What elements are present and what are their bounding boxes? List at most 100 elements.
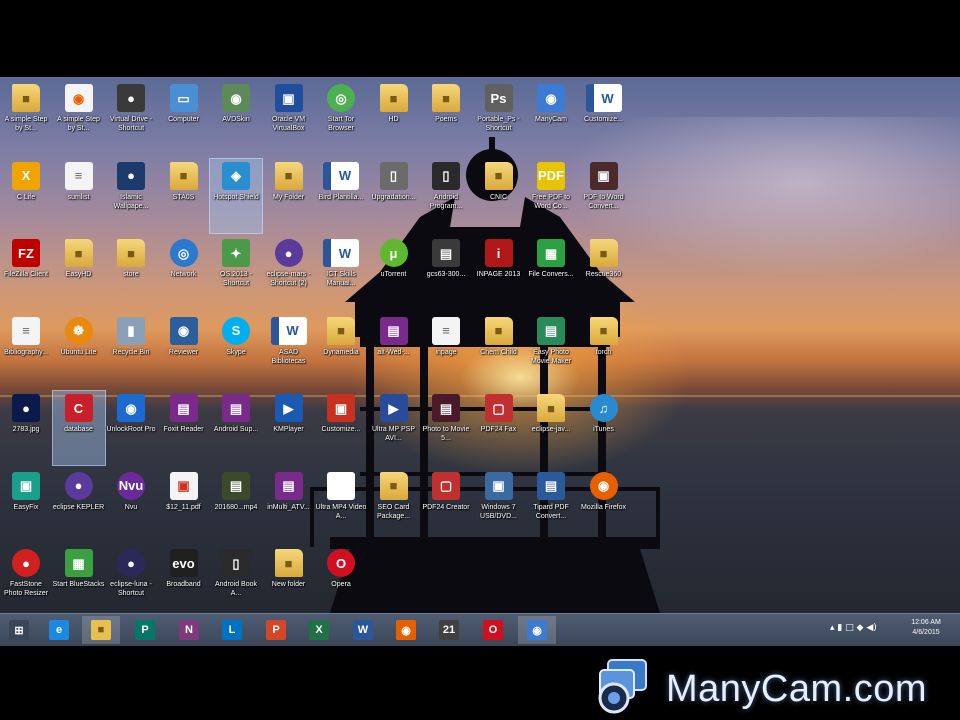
desktop-icon[interactable]: FZ FileZilla Client <box>0 236 52 310</box>
desktop-icon[interactable]: ■ SEO Card Package... <box>368 469 420 543</box>
desktop-icon[interactable]: ◈ Hotspot Shield <box>209 157 263 234</box>
desktop-icon[interactable]: ■ store <box>105 236 157 310</box>
desktop-icon[interactable]: ■ A simple Step by St... <box>0 81 52 155</box>
desktop-icon[interactable]: ● Virtual Drive - Shortcut <box>105 81 157 155</box>
desktop-icon[interactable]: ● 2783.jpg <box>0 391 52 465</box>
taskbar-button[interactable]: L <box>213 616 251 644</box>
desktop-icon[interactable]: Nvu Nvu <box>105 469 157 543</box>
desktop-icon[interactable]: ● eclipse KEPLER <box>53 469 105 543</box>
desktop-icon[interactable]: ■ eclipse-jav... <box>525 391 577 465</box>
desktop-icon[interactable]: ▣ EasyFix <box>0 469 52 543</box>
desktop-icon[interactable]: ▮ Recycle Bin <box>105 314 157 388</box>
desktop-icon[interactable]: ▣ Customize... <box>315 391 367 465</box>
desktop-icon[interactable]: ♫ iTunes <box>578 391 630 465</box>
desktop-icon[interactable]: ▣ Windows 7 USB/DVD... <box>473 469 525 543</box>
desktop-icon[interactable]: ▤ alt-Wed-... <box>368 314 420 388</box>
desktop-icon[interactable]: ▤ Tipard PDF Convert... <box>525 469 577 543</box>
taskbar-button[interactable]: P <box>257 616 295 644</box>
desktop-icon[interactable]: ✦ OS.2013 - Shortcut <box>210 236 262 310</box>
desktop-icon[interactable]: ▯ Android Book A... <box>210 546 262 613</box>
desktop-icon[interactable]: S Skype <box>210 314 262 388</box>
desktop-icon[interactable]: ▤ 201680...mp4 <box>210 469 262 543</box>
desktop-icon[interactable]: ◉ Reviewer <box>158 314 210 388</box>
desktop-icon[interactable]: W Customize... <box>578 81 630 155</box>
desktop-icon[interactable]: ◉ A simple Step by St... <box>53 81 105 155</box>
desktop-icon[interactable]: ▦ File Convers... <box>525 236 577 310</box>
desktop-icon[interactable]: ▤ Easy Photo Movie Maker <box>525 314 577 388</box>
desktop-icon[interactable]: ■ My Folder <box>263 159 315 233</box>
taskbar-button[interactable]: 21 <box>430 616 468 644</box>
desktop-icon[interactable]: ■ CNIC <box>473 159 525 233</box>
desktop-icon[interactable]: ● Islamic Wallpape... <box>105 159 157 233</box>
desktop-icon[interactable]: X C Life <box>0 159 52 233</box>
taskbar-button[interactable]: e <box>40 616 78 644</box>
desktop-icon[interactable]: ■ torch <box>578 314 630 388</box>
desktop-icon[interactable]: ■ Chem Child <box>473 314 525 388</box>
taskbar-button[interactable]: O <box>474 616 512 644</box>
desktop-icon[interactable]: ■ Rescue360 <box>578 236 630 310</box>
taskbar-button[interactable]: W <box>344 616 382 644</box>
desktop-icon[interactable]: ▶ Ultra MP PSP AVI... <box>368 391 420 465</box>
desktop-icon-label: eclipse KEPLER <box>52 503 105 511</box>
desktop-icon[interactable]: ▢ PDF24 Creator <box>420 469 472 543</box>
desktop-icon[interactable]: ◉ UnlockRoot Pro <box>105 391 157 465</box>
desktop-icon[interactable]: ▤ Photo to Movie 5... <box>420 391 472 465</box>
powerpoint-icon: P <box>266 620 286 640</box>
taskbar-button[interactable]: ■ <box>82 616 120 644</box>
taskbar-button[interactable]: ◉ <box>387 616 425 644</box>
windows-start-icon: ⊞ <box>9 620 29 640</box>
desktop-icon[interactable]: ■ HD <box>368 81 420 155</box>
desktop-icon[interactable]: ▯ Android Program... <box>420 159 472 233</box>
desktop-icon[interactable]: ▣ Oracle VM VirtualBox <box>263 81 315 155</box>
desktop-icon[interactable]: ▤ gcs63-300... <box>420 236 472 310</box>
desktop-icon[interactable]: ● FastStone Photo Resizer <box>0 546 52 613</box>
desktop-icon[interactable]: ≡ Bibliography... <box>0 314 52 388</box>
desktop-icon[interactable]: ■ Dynamedia <box>315 314 367 388</box>
desktop-icon[interactable]: ▤ inMulti_ATV... <box>263 469 315 543</box>
desktop-icon[interactable]: ▯ Upgradation... <box>368 159 420 233</box>
desktop-icon[interactable]: ▶ KMPlayer <box>263 391 315 465</box>
taskbar-button[interactable]: X <box>300 616 338 644</box>
desktop-icon[interactable]: ▤ Foxit Reader <box>158 391 210 465</box>
desktop-icon[interactable]: i INPAGE 2013 <box>473 236 525 310</box>
desktop-icon[interactable]: ■ STA0S <box>158 159 210 233</box>
desktop-icon[interactable]: ☸ Ubuntu Lite <box>53 314 105 388</box>
desktop-icon[interactable]: O Opera <box>315 546 367 613</box>
desktop-icon[interactable]: ● Ultra MP4 Video A... <box>315 469 367 543</box>
desktop-icon[interactable]: ● eclipse-mars - Shortcut (2) <box>263 236 315 310</box>
desktop-icon[interactable]: ▣ $12_11.pdf <box>158 469 210 543</box>
folder-icon: ■ <box>589 316 618 345</box>
desktop-icon[interactable]: ◉ Mozilla Firefox <box>578 469 630 543</box>
desktop-icon[interactable]: ■ New folder <box>263 546 315 613</box>
desktop-icon[interactable]: PDF Free PDF to Word Co... <box>525 159 577 233</box>
desktop-icon[interactable]: ▣ PDF to Word Convert... <box>578 159 630 233</box>
desktop-icon[interactable]: Ps Portable_Ps - Shortcut <box>473 81 525 155</box>
taskbar-button[interactable]: P <box>126 616 164 644</box>
taskbar-button[interactable]: ◉ <box>518 616 556 644</box>
desktop-icon[interactable]: ▭ Computer <box>158 81 210 155</box>
desktop-icon[interactable]: ≡ inpage <box>420 314 472 388</box>
desktop-icon[interactable]: Cdatabase <box>51 390 106 466</box>
taskbar-button[interactable]: ⊞ <box>0 616 38 644</box>
desktop-icon[interactable]: ◉ AVDSkin <box>210 81 262 155</box>
desktop-icon[interactable]: ■ Poems <box>420 81 472 155</box>
desktop-icon[interactable]: ◉ ManyCam <box>525 81 577 155</box>
desktop-icon[interactable]: W ASAD Bibliotecas <box>263 314 315 388</box>
desktop-icon[interactable]: ≡ sumlist <box>53 159 105 233</box>
desktop-icon[interactable]: ■ EasyHD <box>53 236 105 310</box>
desktop-icon[interactable]: ◎ Start Tor Browser <box>315 81 367 155</box>
desktop-icon[interactable]: evo Broadband <box>158 546 210 613</box>
desktop-icon[interactable]: ◎ Network <box>158 236 210 310</box>
desktop-icon[interactable]: W Bird Plantilla... <box>315 159 367 233</box>
desktop[interactable]: ■ A simple Step by St... ◉ A simple Step by… <box>0 77 960 613</box>
system-tray[interactable]: ▴ ▮ □ ◆ ◀) <box>830 623 877 633</box>
taskbar-button[interactable]: N <box>170 616 208 644</box>
desktop-icon[interactable]: μ uTorrent <box>368 236 420 310</box>
desktop-icon[interactable]: ▦ Start BlueStacks <box>53 546 105 613</box>
taskbar-clock[interactable]: 12:06 AM 4/6/2015 <box>896 618 956 638</box>
desktop-icon[interactable]: ▢ PDF24 Fax <box>473 391 525 465</box>
desktop-icon-label: Windows 7 USB/DVD... <box>480 503 517 520</box>
desktop-icon[interactable]: W ICT Skills Manual... <box>315 236 367 310</box>
desktop-icon[interactable]: ● eclipse-luna - Shortcut <box>105 546 157 613</box>
desktop-icon[interactable]: ▤ Android Sup... <box>210 391 262 465</box>
